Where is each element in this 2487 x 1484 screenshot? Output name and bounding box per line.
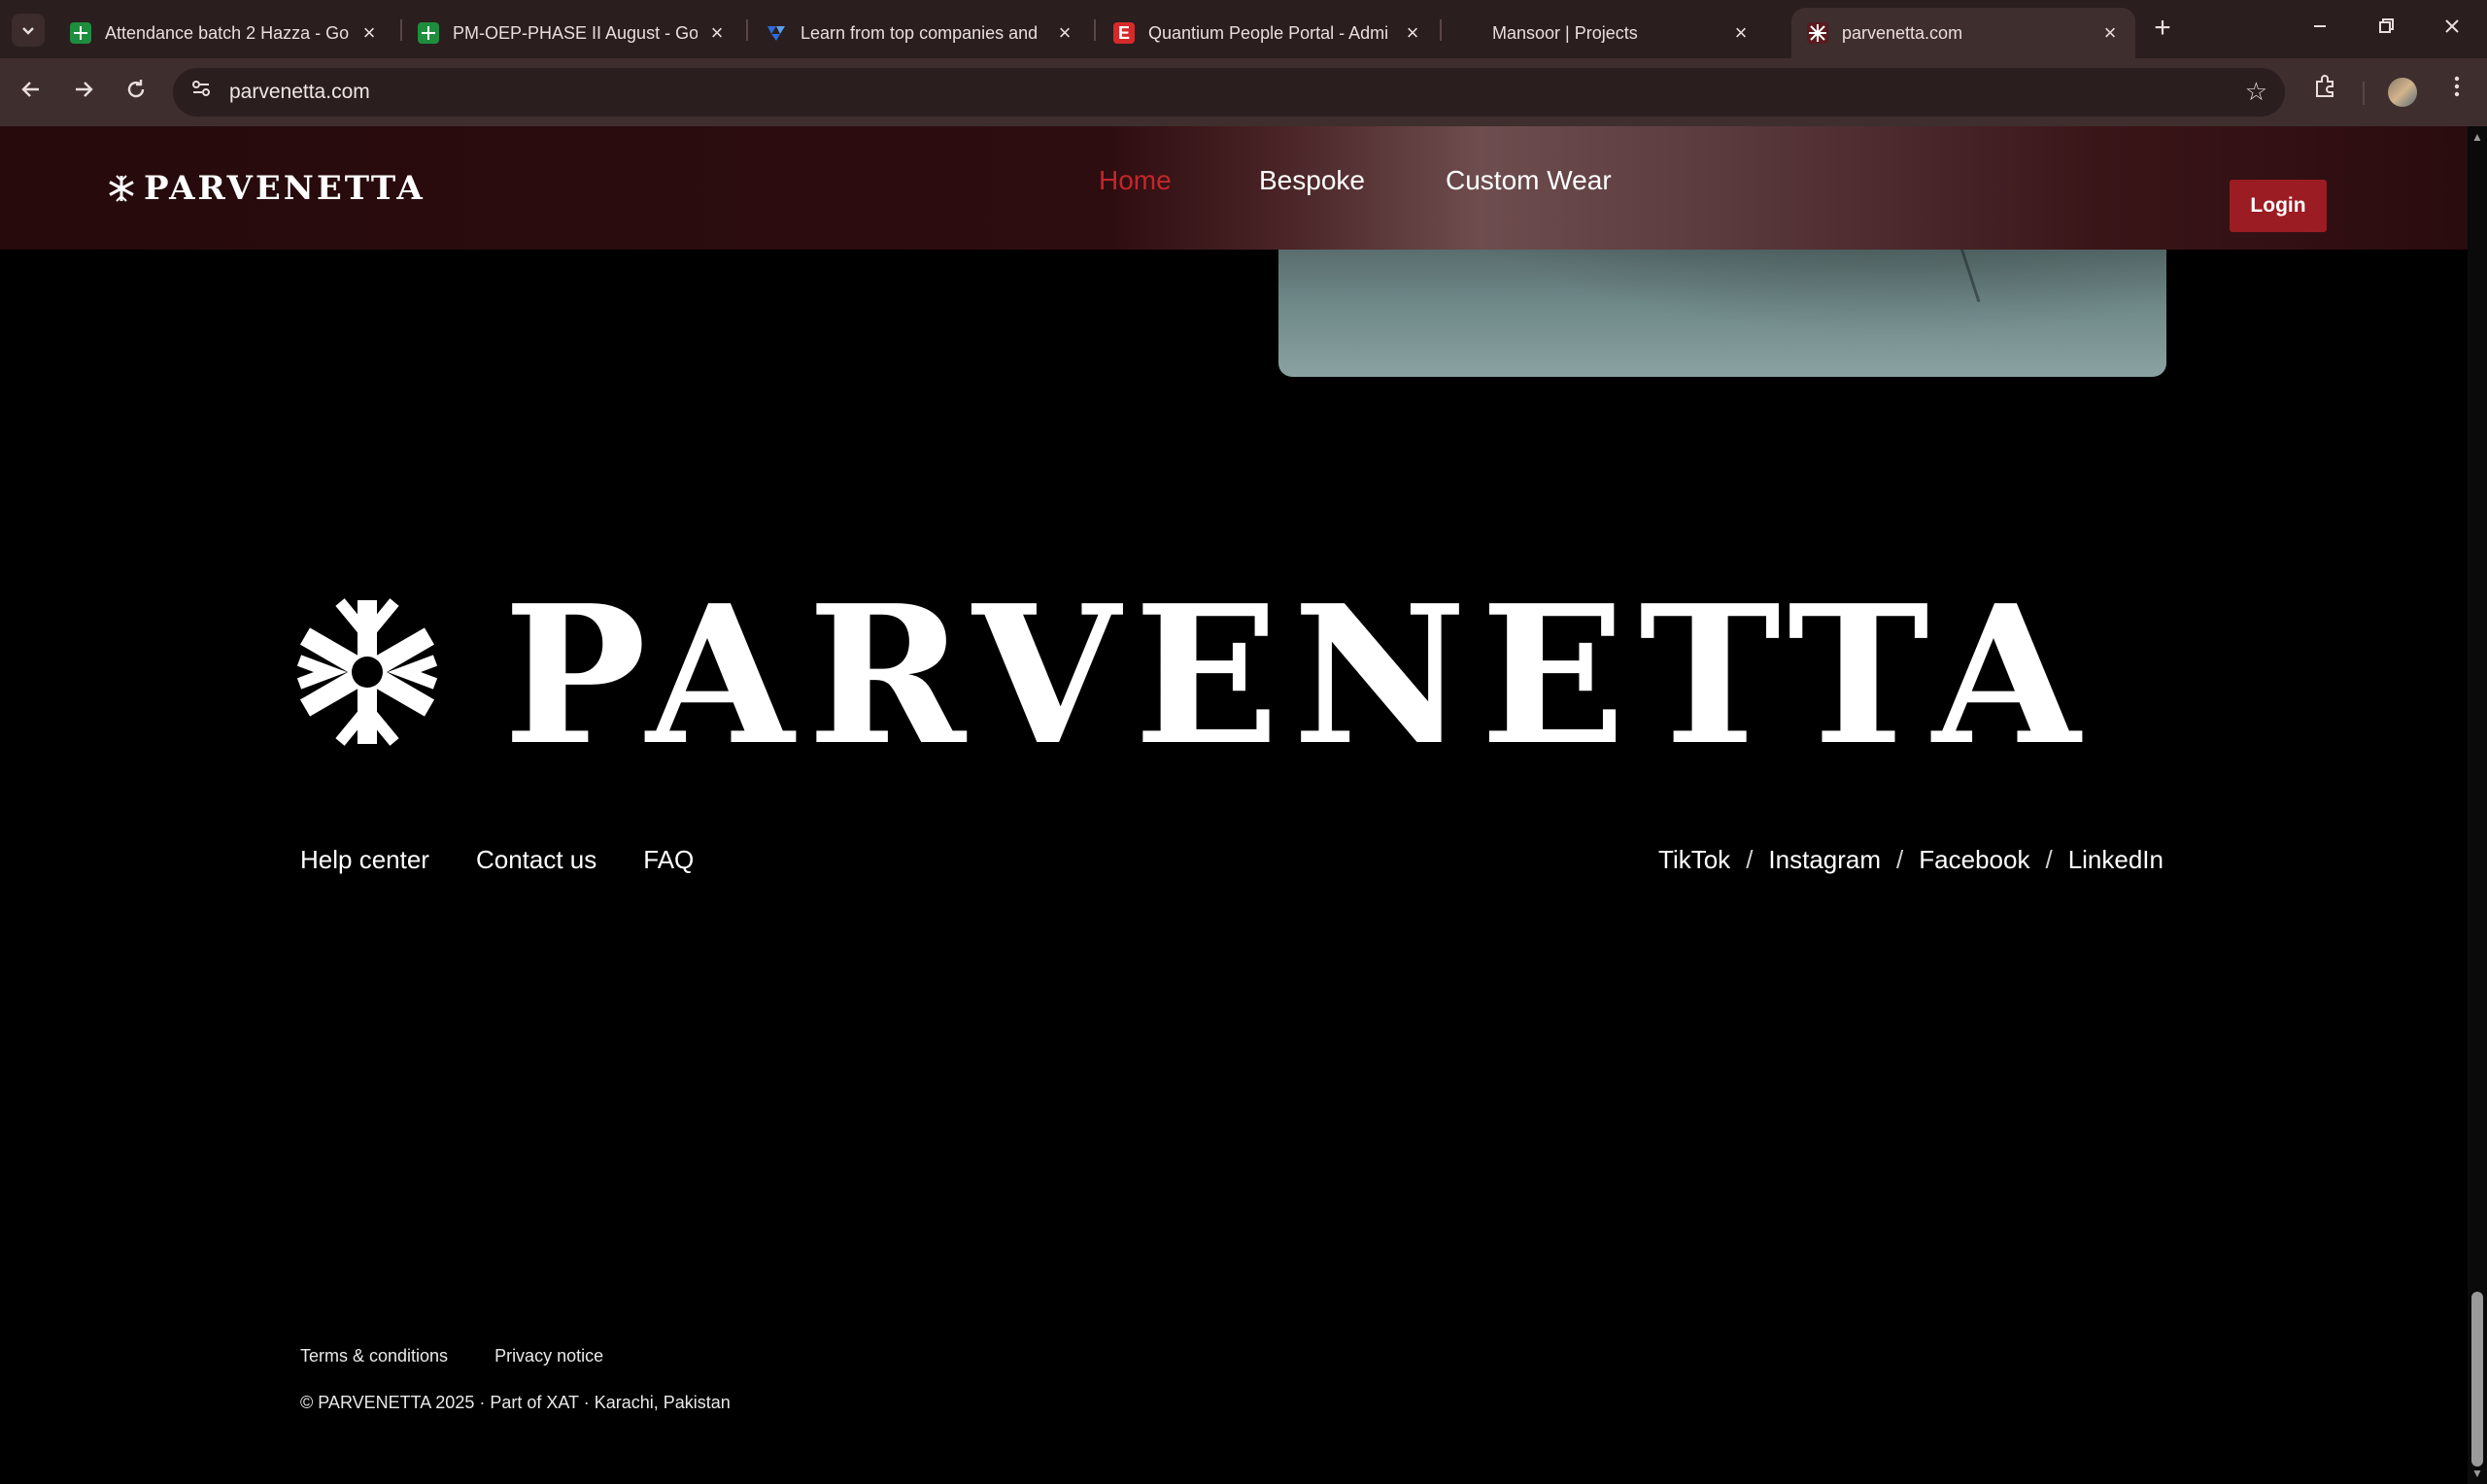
close-icon[interactable]: ×: [1731, 20, 1751, 46]
sheets-icon: [418, 22, 439, 44]
forward-button[interactable]: [62, 71, 105, 114]
parvenetta-icon: [1807, 22, 1828, 44]
minimize-icon: [2314, 25, 2326, 27]
copyright-text: © PARVENETTA 2025 · Part of XAT · Karach…: [300, 1393, 731, 1412]
extensions-button[interactable]: [2306, 74, 2343, 111]
faq-link[interactable]: FAQ: [643, 845, 694, 875]
new-tab-button[interactable]: +: [2145, 12, 2180, 47]
bookmark-star-icon[interactable]: ☆: [2245, 77, 2267, 107]
terms-link[interactable]: Terms & conditions: [300, 1346, 448, 1366]
letter-e-icon: E: [1113, 22, 1135, 44]
tab-divider: [1440, 19, 1442, 41]
instagram-link[interactable]: Instagram: [1768, 845, 1881, 875]
site-header: PARVENETTA Home Bespoke Custom Wear Logi…: [0, 126, 2468, 250]
tab-title: Attendance batch 2 Hazza - Go: [105, 22, 350, 43]
social-links: TikTok / Instagram / Facebook / LinkedIn: [1658, 845, 2163, 875]
reload-icon: [127, 80, 145, 98]
close-icon[interactable]: ×: [1055, 20, 1074, 46]
tab-title: parvenetta.com: [1842, 22, 1963, 43]
nav-home[interactable]: Home: [1099, 165, 1172, 196]
snowflake-logo-icon: [296, 598, 438, 746]
site-info-icon[interactable]: [187, 78, 216, 107]
profile-avatar[interactable]: [2388, 78, 2417, 107]
browser-tabstrip: Attendance batch 2 Hazza - Go × PM-OEP-P…: [0, 0, 2487, 58]
menu-button[interactable]: [2438, 74, 2475, 111]
toolbar-divider: [2363, 82, 2365, 105]
tab-divider: [746, 19, 748, 41]
tiktok-link[interactable]: TikTok: [1658, 845, 1730, 875]
scroll-up-icon[interactable]: ▲: [2470, 130, 2484, 144]
close-icon[interactable]: ×: [1403, 20, 1422, 46]
arrow-left-icon: [21, 82, 39, 97]
social-separator: /: [1746, 845, 1754, 874]
tab-title: Learn from top companies and: [801, 22, 1039, 43]
url-text[interactable]: parvenetta.com: [229, 81, 370, 104]
tab-search-button[interactable]: [12, 14, 45, 47]
address-bar[interactable]: parvenetta.com ☆: [173, 68, 2285, 117]
tab-learn[interactable]: Learn from top companies and ×: [750, 8, 1090, 58]
tab-title: Mansoor | Projects: [1492, 22, 1638, 43]
privacy-notice-link[interactable]: Privacy notice: [494, 1346, 603, 1366]
close-icon[interactable]: ×: [707, 20, 727, 46]
page-scrollbar[interactable]: ▲ ▼: [2468, 126, 2487, 1484]
close-window-button[interactable]: [2423, 10, 2481, 49]
footer-brand: PARVENETTA: [291, 581, 2196, 771]
help-center-link[interactable]: Help center: [300, 845, 429, 875]
close-icon[interactable]: ×: [359, 20, 379, 46]
legal-links: Terms & conditions Privacy notice: [300, 1346, 603, 1366]
tab-title: Quantium People Portal - Admi: [1148, 22, 1389, 43]
linkedin-link[interactable]: LinkedIn: [2068, 845, 2163, 875]
restore-button[interactable]: [2357, 10, 2415, 49]
footer-wordmark: PARVENETTA: [503, 564, 2095, 788]
restore-icon: [2379, 18, 2394, 33]
footer-links: Help center Contact us FAQ: [300, 845, 694, 875]
tab-parvenetta[interactable]: parvenetta.com ×: [1791, 8, 2135, 58]
nav-bespoke[interactable]: Bespoke: [1259, 165, 1365, 196]
back-button[interactable]: [10, 71, 52, 114]
tab-pm-oep[interactable]: PM-OEP-PHASE II August - Goo ×: [402, 8, 742, 58]
tab-attendance[interactable]: Attendance batch 2 Hazza - Go ×: [54, 8, 394, 58]
login-button[interactable]: Login: [2230, 180, 2327, 232]
logo-wordmark: PARVENETTA: [144, 169, 426, 208]
kebab-menu-icon: [2454, 76, 2460, 97]
tab-divider: [1094, 19, 1096, 41]
brand-icon: [766, 22, 787, 44]
contact-us-link[interactable]: Contact us: [476, 845, 596, 875]
snowflake-logo-icon: [109, 175, 134, 202]
tab-quantium[interactable]: E Quantium People Portal - Admi ×: [1098, 8, 1438, 58]
browser-toolbar: parvenetta.com ☆: [0, 58, 2487, 126]
close-icon[interactable]: ×: [2100, 20, 2120, 46]
tab-title: PM-OEP-PHASE II August - Goo: [453, 22, 698, 43]
header-logo[interactable]: PARVENETTA: [107, 169, 426, 208]
social-separator: /: [2045, 845, 2053, 874]
close-icon: [2445, 19, 2459, 33]
nav-custom-wear[interactable]: Custom Wear: [1446, 165, 1612, 196]
facebook-link[interactable]: Facebook: [1919, 845, 2029, 875]
sheets-icon: [70, 22, 91, 44]
reload-button[interactable]: [115, 71, 157, 114]
social-separator: /: [1896, 845, 1904, 874]
chevron-down-icon: [22, 27, 34, 35]
page-viewport: PARVENETTA Home Bespoke Custom Wear Logi…: [0, 126, 2487, 1484]
arrow-right-icon: [76, 82, 93, 97]
minimize-button[interactable]: [2291, 10, 2349, 49]
tab-mansoor[interactable]: Mansoor | Projects ×: [1477, 8, 1766, 58]
scrollbar-thumb[interactable]: [2471, 1292, 2483, 1467]
scroll-down-icon[interactable]: ▼: [2470, 1467, 2484, 1480]
puzzle-icon: [2316, 75, 2334, 97]
